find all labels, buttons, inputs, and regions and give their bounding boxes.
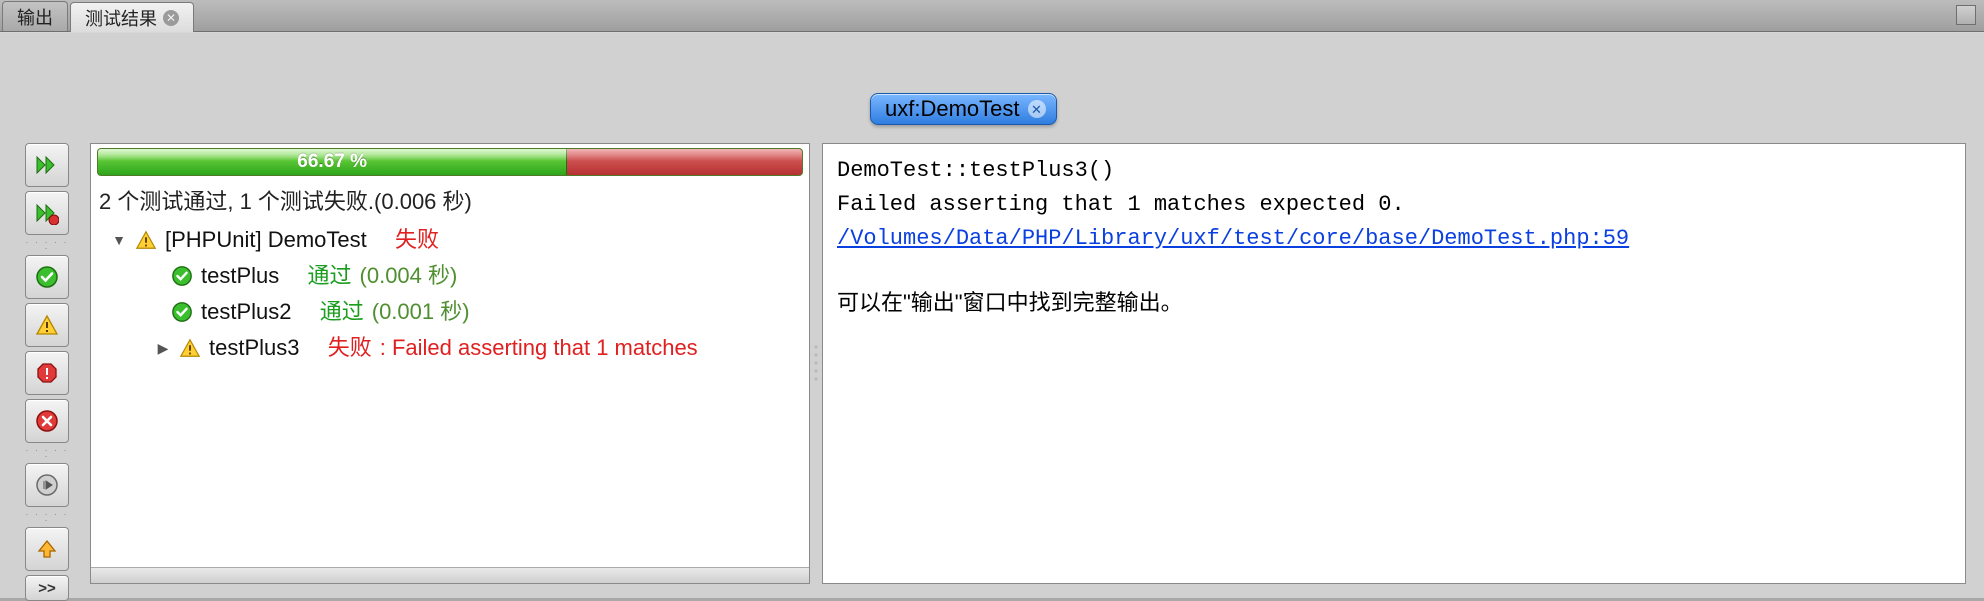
cross-circle-icon: [35, 409, 59, 433]
chevron-right-icon[interactable]: ▶: [155, 340, 171, 356]
test-status: 通过: [320, 294, 364, 330]
step-circle-icon: [35, 473, 59, 497]
test-tree: ▼ [PHPUnit] DemoTest 失败 testPlus: [91, 222, 809, 374]
content-area: 66.67 % 2 个测试通过, 1 个测试失败.(0.006 秒) ▼ [PH…: [90, 143, 1966, 584]
inner-tab-demotest[interactable]: uxf:DemoTest ✕: [870, 93, 1057, 125]
test-time: (0.001 秒): [372, 294, 470, 330]
check-circle-icon: [171, 265, 193, 287]
show-errors-button[interactable]: [25, 351, 69, 395]
show-warnings-button[interactable]: [25, 303, 69, 347]
tab-output[interactable]: 输出: [2, 1, 68, 31]
test-results-pane: 66.67 % 2 个测试通过, 1 个测试失败.(0.006 秒) ▼ [PH…: [90, 143, 810, 584]
previous-failure-button[interactable]: [25, 527, 69, 571]
test-status: 通过: [308, 258, 352, 294]
test-row[interactable]: ▶ testPlus3 失败 : Failed asserting that 1…: [95, 330, 805, 366]
arrow-up-icon: [35, 537, 59, 561]
test-progress-bar: 66.67 %: [97, 148, 803, 176]
warning-triangle-icon: [135, 229, 157, 251]
pane-splitter[interactable]: [810, 143, 822, 584]
detail-line-message: Failed asserting that 1 matches expected…: [837, 188, 1951, 222]
error-octagon-icon: [35, 361, 59, 385]
test-detail-pane: DemoTest::testPlus3() Failed asserting t…: [822, 143, 1966, 584]
more-button[interactable]: >>: [25, 575, 69, 601]
maximize-button[interactable]: [1956, 5, 1976, 25]
tab-bar: 输出 测试结果 ✕: [0, 0, 1984, 32]
test-name: testPlus2: [201, 294, 292, 330]
toolbar-separator: · · · · · ·: [25, 447, 69, 459]
splitter-grip-icon: [812, 343, 820, 383]
progress-gloss: [98, 149, 802, 161]
test-status: 失败: [328, 330, 372, 366]
left-toolbar: · · · · · ·: [18, 143, 76, 601]
test-row[interactable]: testPlus2 通过 (0.001 秒): [95, 294, 805, 330]
tab-results-label: 测试结果: [85, 5, 157, 31]
inner-tab-wrap: uxf:DemoTest ✕: [870, 93, 1057, 125]
rerun-failed-button[interactable]: [25, 191, 69, 235]
show-passed-button[interactable]: [25, 255, 69, 299]
tab-output-label: 输出: [17, 4, 53, 30]
detail-line-method: DemoTest::testPlus3(): [837, 154, 1951, 188]
rerun-all-button[interactable]: [25, 143, 69, 187]
toolbar-separator: · · · · · ·: [25, 511, 69, 523]
test-fail-detail: : Failed asserting that 1 matches: [380, 330, 698, 366]
show-failed-button[interactable]: [25, 399, 69, 443]
check-circle-icon: [171, 301, 193, 323]
inner-tab-label: uxf:DemoTest: [885, 96, 1020, 122]
next-failure-button[interactable]: [25, 463, 69, 507]
tab-results[interactable]: 测试结果 ✕: [70, 2, 194, 32]
close-icon[interactable]: ✕: [1028, 100, 1046, 118]
horizontal-scrollbar[interactable]: [91, 567, 809, 583]
panel-body: uxf:DemoTest ✕ · · · · · ·: [0, 32, 1984, 598]
test-name: testPlus: [201, 258, 279, 294]
detail-file-link[interactable]: /Volumes/Data/PHP/Library/uxf/test/core/…: [837, 226, 1629, 251]
warning-triangle-icon: [35, 313, 59, 337]
suite-name: [PHPUnit] DemoTest: [165, 222, 367, 258]
play-double-icon: [35, 153, 59, 177]
warning-triangle-icon: [179, 337, 201, 359]
suite-status: 失败: [395, 222, 439, 258]
progress-wrap: 66.67 %: [91, 144, 809, 180]
close-icon[interactable]: ✕: [163, 10, 179, 26]
check-circle-icon: [35, 265, 59, 289]
test-suite-row[interactable]: ▼ [PHPUnit] DemoTest 失败: [95, 222, 805, 258]
play-double-error-icon: [35, 201, 59, 225]
chevron-double-right-icon: >>: [38, 580, 56, 597]
test-summary: 2 个测试通过, 1 个测试失败.(0.006 秒): [91, 180, 809, 222]
test-row[interactable]: testPlus 通过 (0.004 秒): [95, 258, 805, 294]
chevron-down-icon[interactable]: ▼: [111, 232, 127, 248]
detail-note: 可以在"输出"窗口中找到完整输出。: [837, 286, 1951, 320]
test-name: testPlus3: [209, 330, 300, 366]
test-time: (0.004 秒): [360, 258, 458, 294]
toolbar-separator: · · · · · ·: [25, 239, 69, 251]
